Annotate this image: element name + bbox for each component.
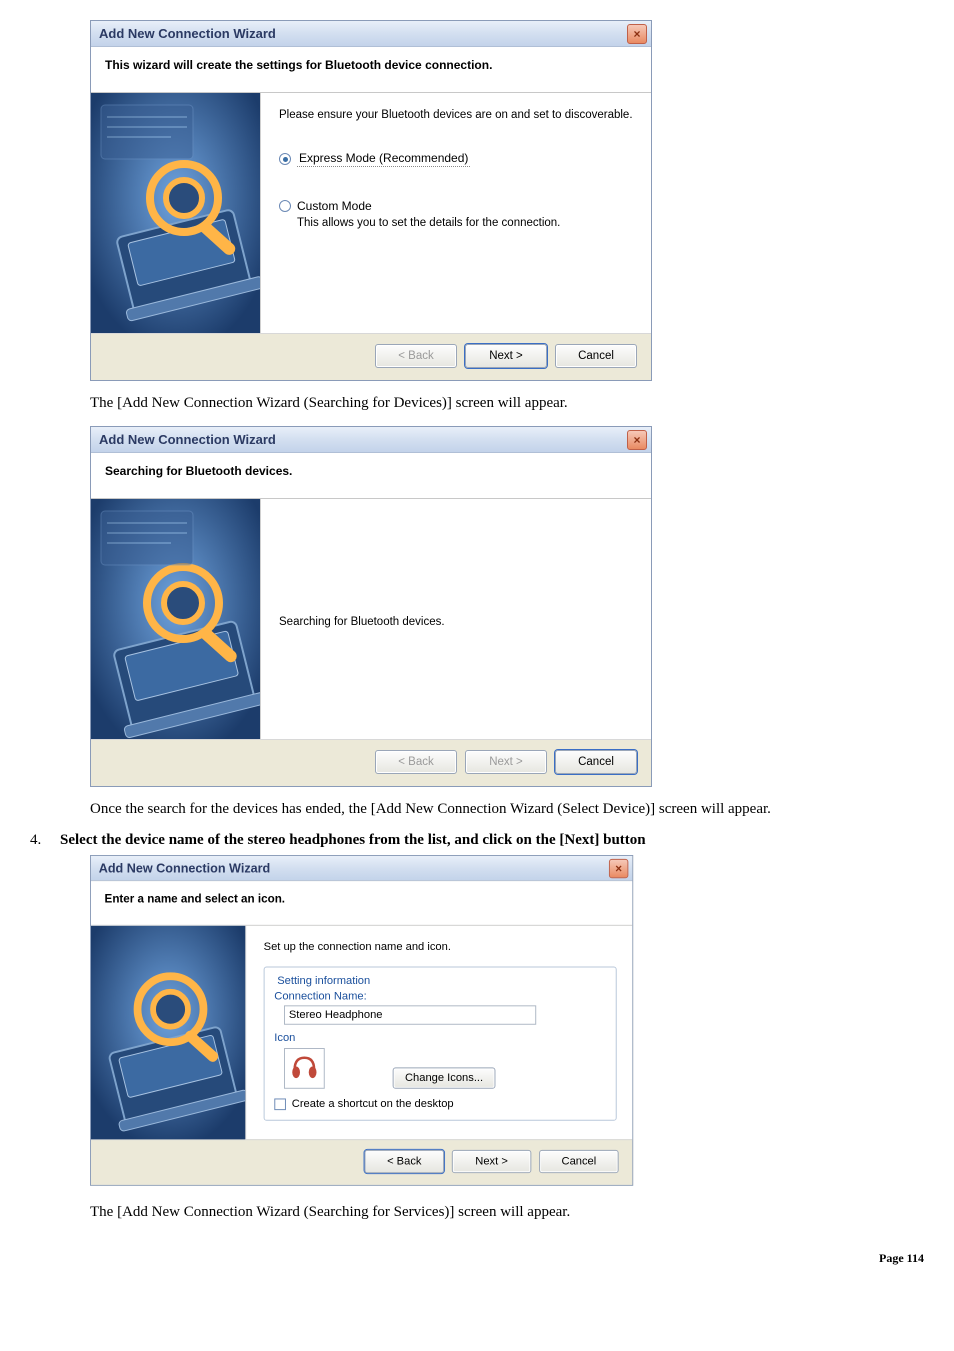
cancel-button[interactable]: Cancel	[555, 344, 637, 368]
step-text: Select the device name of the stereo hea…	[60, 832, 646, 849]
setting-information-group: Setting information Connection Name: Ste…	[264, 967, 617, 1121]
narration-1: The [Add New Connection Wizard (Searchin…	[90, 395, 924, 412]
change-icons-button[interactable]: Change Icons...	[393, 1067, 496, 1088]
close-icon[interactable]: ×	[627, 24, 647, 44]
dialog-title: Add New Connection Wizard	[99, 26, 276, 41]
searching-message: Searching for Bluetooth devices.	[279, 616, 445, 628]
header-text: This wizard will create the settings for…	[105, 58, 492, 72]
dialog-header: Searching for Bluetooth devices.	[91, 453, 651, 499]
icon-preview	[284, 1048, 325, 1089]
connection-name-value: Stereo Headphone	[289, 1009, 383, 1021]
dialog-title: Add New Connection Wizard	[99, 861, 271, 876]
button-row: < Back Next > Cancel	[91, 1139, 632, 1185]
dialog-body: Searching for Bluetooth devices.	[91, 499, 651, 739]
wizard-graphic	[91, 499, 261, 739]
create-shortcut-checkbox[interactable]: Create a shortcut on the desktop	[274, 1098, 606, 1110]
fieldset-legend: Setting information	[274, 975, 373, 987]
checkbox-label: Create a shortcut on the desktop	[292, 1098, 454, 1110]
custom-mode-note: This allows you to set the details for t…	[297, 217, 635, 229]
dialog-header: This wizard will create the settings for…	[91, 47, 651, 93]
instruction-text: Please ensure your Bluetooth devices are…	[279, 109, 635, 121]
back-button[interactable]: < Back	[365, 1150, 445, 1173]
connection-name-label: Connection Name:	[274, 991, 606, 1003]
narration-2: Once the search for the devices has ende…	[90, 801, 924, 818]
wizard-graphic	[91, 926, 246, 1139]
radio-custom-mode[interactable]: Custom Mode	[279, 199, 635, 213]
step-number: 4.	[30, 832, 60, 849]
icon-label: Icon	[274, 1033, 606, 1045]
dialog-header: Enter a name and select an icon.	[91, 881, 632, 926]
dialog-3: Add New Connection Wizard × Enter a name…	[90, 855, 633, 1186]
next-button: Next >	[465, 750, 547, 774]
radio-label: Custom Mode	[297, 199, 372, 213]
dialog-1: Add New Connection Wizard × This wizard …	[90, 20, 652, 381]
cancel-button[interactable]: Cancel	[555, 750, 637, 774]
dialog-content: Searching for Bluetooth devices.	[261, 499, 651, 739]
titlebar: Add New Connection Wizard ×	[91, 856, 632, 881]
radio-icon	[279, 153, 291, 165]
cancel-button[interactable]: Cancel	[539, 1150, 619, 1173]
button-row: < Back Next > Cancel	[91, 739, 651, 786]
instruction-text: Set up the connection name and icon.	[264, 941, 617, 953]
back-button: < Back	[375, 344, 457, 368]
titlebar: Add New Connection Wizard ×	[91, 21, 651, 47]
header-text: Searching for Bluetooth devices.	[105, 464, 292, 478]
header-text: Enter a name and select an icon.	[105, 892, 285, 906]
next-button[interactable]: Next >	[452, 1150, 532, 1173]
titlebar: Add New Connection Wizard ×	[91, 427, 651, 453]
dialog-body: Please ensure your Bluetooth devices are…	[91, 93, 651, 333]
close-icon[interactable]: ×	[627, 430, 647, 450]
button-row: < Back Next > Cancel	[91, 333, 651, 380]
dialog-content: Please ensure your Bluetooth devices are…	[261, 93, 651, 333]
step-4: 4. Select the device name of the stereo …	[30, 832, 924, 849]
close-icon[interactable]: ×	[609, 858, 628, 877]
radio-icon	[279, 200, 291, 212]
dialog-content: Set up the connection name and icon. Set…	[246, 926, 632, 1139]
wizard-graphic	[91, 93, 261, 333]
next-button[interactable]: Next >	[465, 344, 547, 368]
back-button: < Back	[375, 750, 457, 774]
radio-express-mode[interactable]: Express Mode (Recommended)	[279, 151, 635, 167]
narration-3: The [Add New Connection Wizard (Searchin…	[90, 1204, 924, 1221]
connection-name-input[interactable]: Stereo Headphone	[284, 1005, 536, 1024]
radio-label: Express Mode (Recommended)	[297, 151, 470, 167]
dialog-body: Set up the connection name and icon. Set…	[91, 926, 632, 1139]
page-footer: Page 114	[30, 1251, 924, 1266]
dialog-title: Add New Connection Wizard	[99, 432, 276, 447]
dialog-2: Add New Connection Wizard × Searching fo…	[90, 426, 652, 787]
checkbox-icon	[274, 1098, 286, 1110]
